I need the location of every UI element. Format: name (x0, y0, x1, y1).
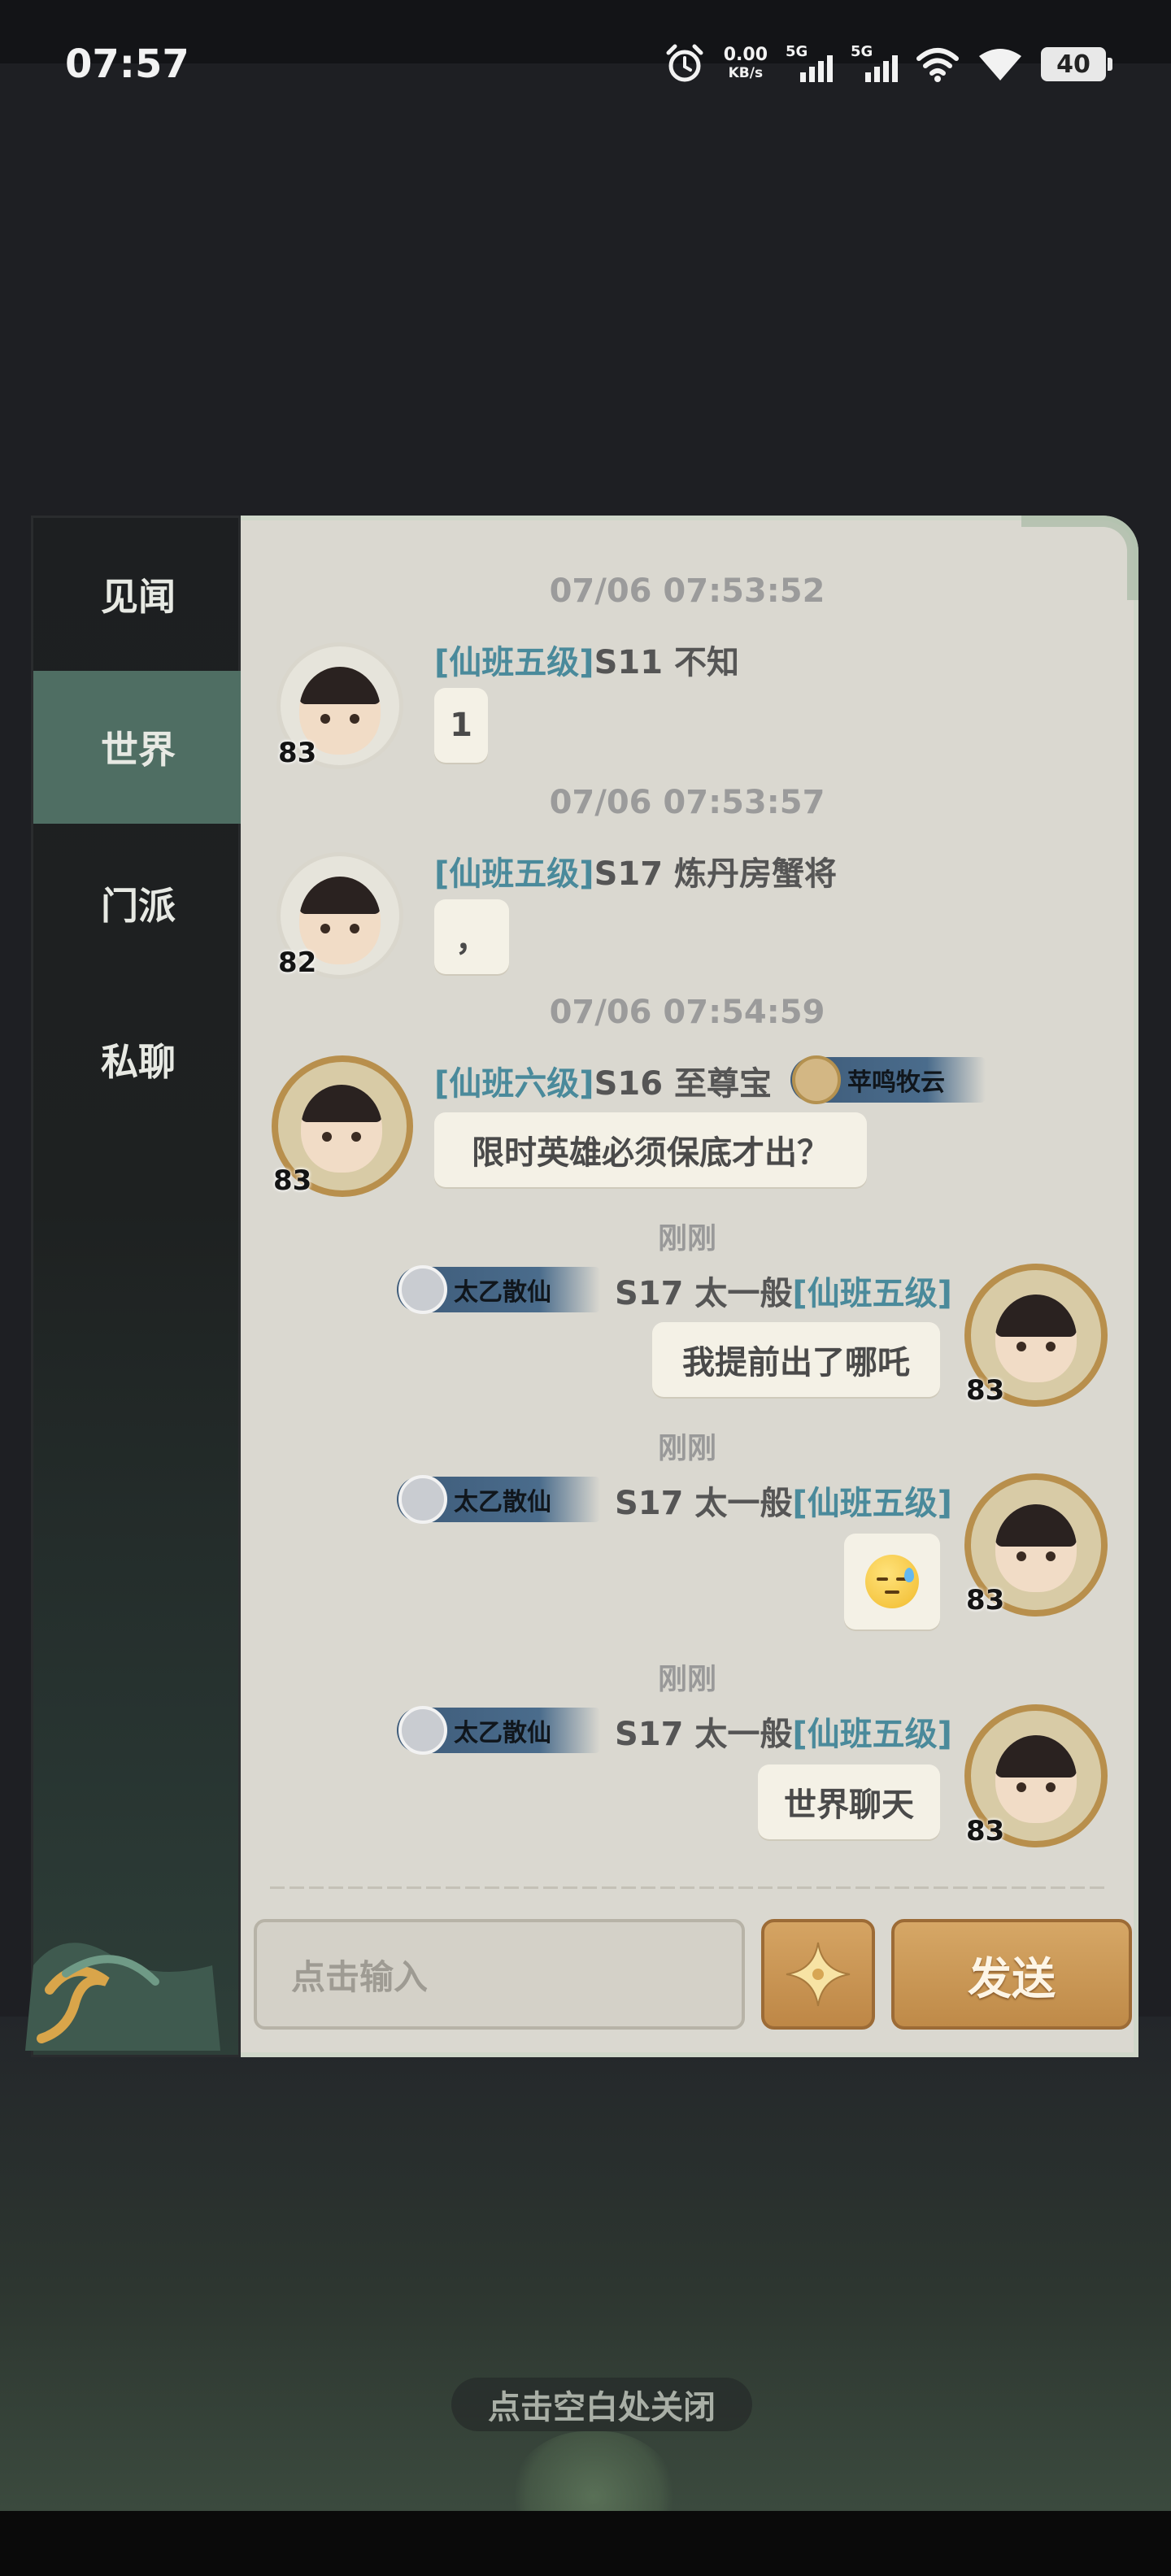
badge-label: 太乙散仙 (454, 1278, 551, 1307)
avatar[interactable]: 83 (272, 1055, 413, 1197)
avatar-level: 82 (278, 946, 317, 979)
sender-name[interactable]: S17 太一般[仙班五级] (615, 1267, 952, 1314)
avatar-level: 83 (273, 1164, 312, 1197)
sender-name[interactable]: [仙班五级]S11 不知 (434, 636, 739, 683)
sender-nick: S17 炼丹房蟹将 (594, 855, 837, 893)
avatar[interactable]: 83 (964, 1704, 1108, 1847)
status-time: 07:57 (65, 41, 189, 87)
message-timestamp: 07/06 07:53:57 (549, 784, 825, 821)
avatar-level: 83 (966, 1815, 1005, 1847)
sender-nick: S11 不知 (594, 644, 739, 681)
message-timestamp: 刚刚 (657, 1222, 716, 1255)
sender-rank: [仙班五级] (434, 644, 594, 681)
sweat-smile-emoji-icon (865, 1555, 919, 1608)
sender-name[interactable]: S17 太一般[仙班五级] (615, 1708, 952, 1755)
net-speed-value: 0.00 (723, 45, 768, 65)
badge-label: 苹鸣牧云 (847, 1068, 945, 1097)
four-point-star-icon (786, 1942, 851, 2007)
avatar-level: 83 (966, 1584, 1005, 1617)
message-bubble[interactable]: ， (434, 899, 509, 974)
sender-name[interactable]: [仙班五级]S17 炼丹房蟹将 (434, 847, 837, 894)
tab-world-label: 世界 (101, 728, 176, 772)
message-bubble[interactable]: 我提前出了哪吒 (652, 1322, 940, 1397)
chat-panel: 见闻 世界 门派 私聊 07/06 07:53:52 83 [仙班五级]S11 … (25, 516, 1138, 2057)
swirl-decoration (25, 1943, 220, 2051)
badge-label: 太乙散仙 (454, 1488, 551, 1516)
avatar[interactable]: 82 (276, 852, 403, 979)
chat-input-placeholder: 点击输入 (291, 1956, 429, 1997)
send-button[interactable]: 发送 (891, 1919, 1132, 2030)
sender-nick: S17 太一般 (615, 1716, 793, 1753)
tap-to-close-hint[interactable]: 点击空白处关闭 (451, 2378, 752, 2431)
sender-rank: [仙班五级] (434, 855, 594, 893)
net-speed: 0.00 KB/s (724, 46, 768, 82)
wifi-icon (979, 49, 1021, 80)
tab-world[interactable]: 世界 (33, 671, 248, 824)
title-badge: 太乙散仙 (397, 1706, 600, 1755)
badge-label: 太乙散仙 (454, 1719, 551, 1747)
title-badge: 太乙散仙 (397, 1475, 600, 1524)
wifi-hotspot-icon (916, 48, 959, 82)
message-bubble[interactable]: 限时英雄必须保底才出？ (434, 1112, 867, 1187)
avatar-level: 83 (278, 737, 317, 769)
net-speed-unit: KB/s (728, 65, 764, 81)
sender-nick: S16 至尊宝 (594, 1065, 772, 1103)
sender-rank: [仙班五级] (792, 1485, 952, 1522)
sender-name[interactable]: [仙班六级]S16 至尊宝 (434, 1057, 772, 1104)
title-badge: 太乙散仙 (397, 1265, 600, 1314)
message-timestamp: 刚刚 (657, 1663, 716, 1696)
battery-indicator: 40 (1041, 47, 1112, 81)
channel-sidebar: 见闻 世界 门派 私聊 (25, 516, 248, 2057)
message-timestamp: 刚刚 (657, 1432, 716, 1465)
avatar[interactable]: 83 (964, 1264, 1108, 1407)
tab-private-chat[interactable]: 私聊 (33, 983, 243, 1136)
emoji-button[interactable] (761, 1919, 875, 2030)
composer-divider (270, 1886, 1108, 1889)
sender-nick: S17 太一般 (615, 1485, 793, 1522)
tab-sect-label: 门派 (101, 884, 176, 928)
sender-rank: [仙班六级] (434, 1065, 594, 1103)
alarm-clock-icon (666, 44, 703, 82)
sender-rank: [仙班五级] (792, 1275, 952, 1312)
tab-news[interactable]: 见闻 (33, 518, 243, 671)
sender-name[interactable]: S17 太一般[仙班五级] (615, 1477, 952, 1524)
signal-5g-2-icon: 5G (851, 45, 898, 84)
status-icons: 0.00 KB/s 5G 5G 40 (664, 39, 1112, 89)
chat-input[interactable]: 点击输入 (254, 1919, 745, 2030)
sender-nick: S17 太一般 (615, 1275, 793, 1312)
avatar[interactable]: 83 (276, 642, 403, 769)
message-bubble[interactable]: 1 (434, 688, 488, 763)
title-badge: 苹鸣牧云 (790, 1055, 986, 1104)
tab-news-label: 见闻 (101, 575, 176, 619)
sender-rank: [仙班五级] (792, 1716, 952, 1753)
message-bubble[interactable] (844, 1534, 940, 1630)
signal-5g-1-icon: 5G (786, 45, 833, 84)
tab-sect[interactable]: 门派 (33, 827, 243, 980)
tab-private-label: 私聊 (101, 1040, 176, 1084)
message-bubble[interactable]: 世界聊天 (758, 1764, 940, 1839)
navigation-bar (0, 2511, 1171, 2576)
avatar[interactable]: 83 (964, 1473, 1108, 1617)
message-timestamp: 07/06 07:53:52 (549, 572, 825, 610)
avatar-level: 83 (966, 1374, 1005, 1407)
message-timestamp: 07/06 07:54:59 (549, 994, 825, 1031)
chat-content: 07/06 07:53:52 83 [仙班五级]S11 不知 1 07/06 0… (241, 516, 1138, 2057)
